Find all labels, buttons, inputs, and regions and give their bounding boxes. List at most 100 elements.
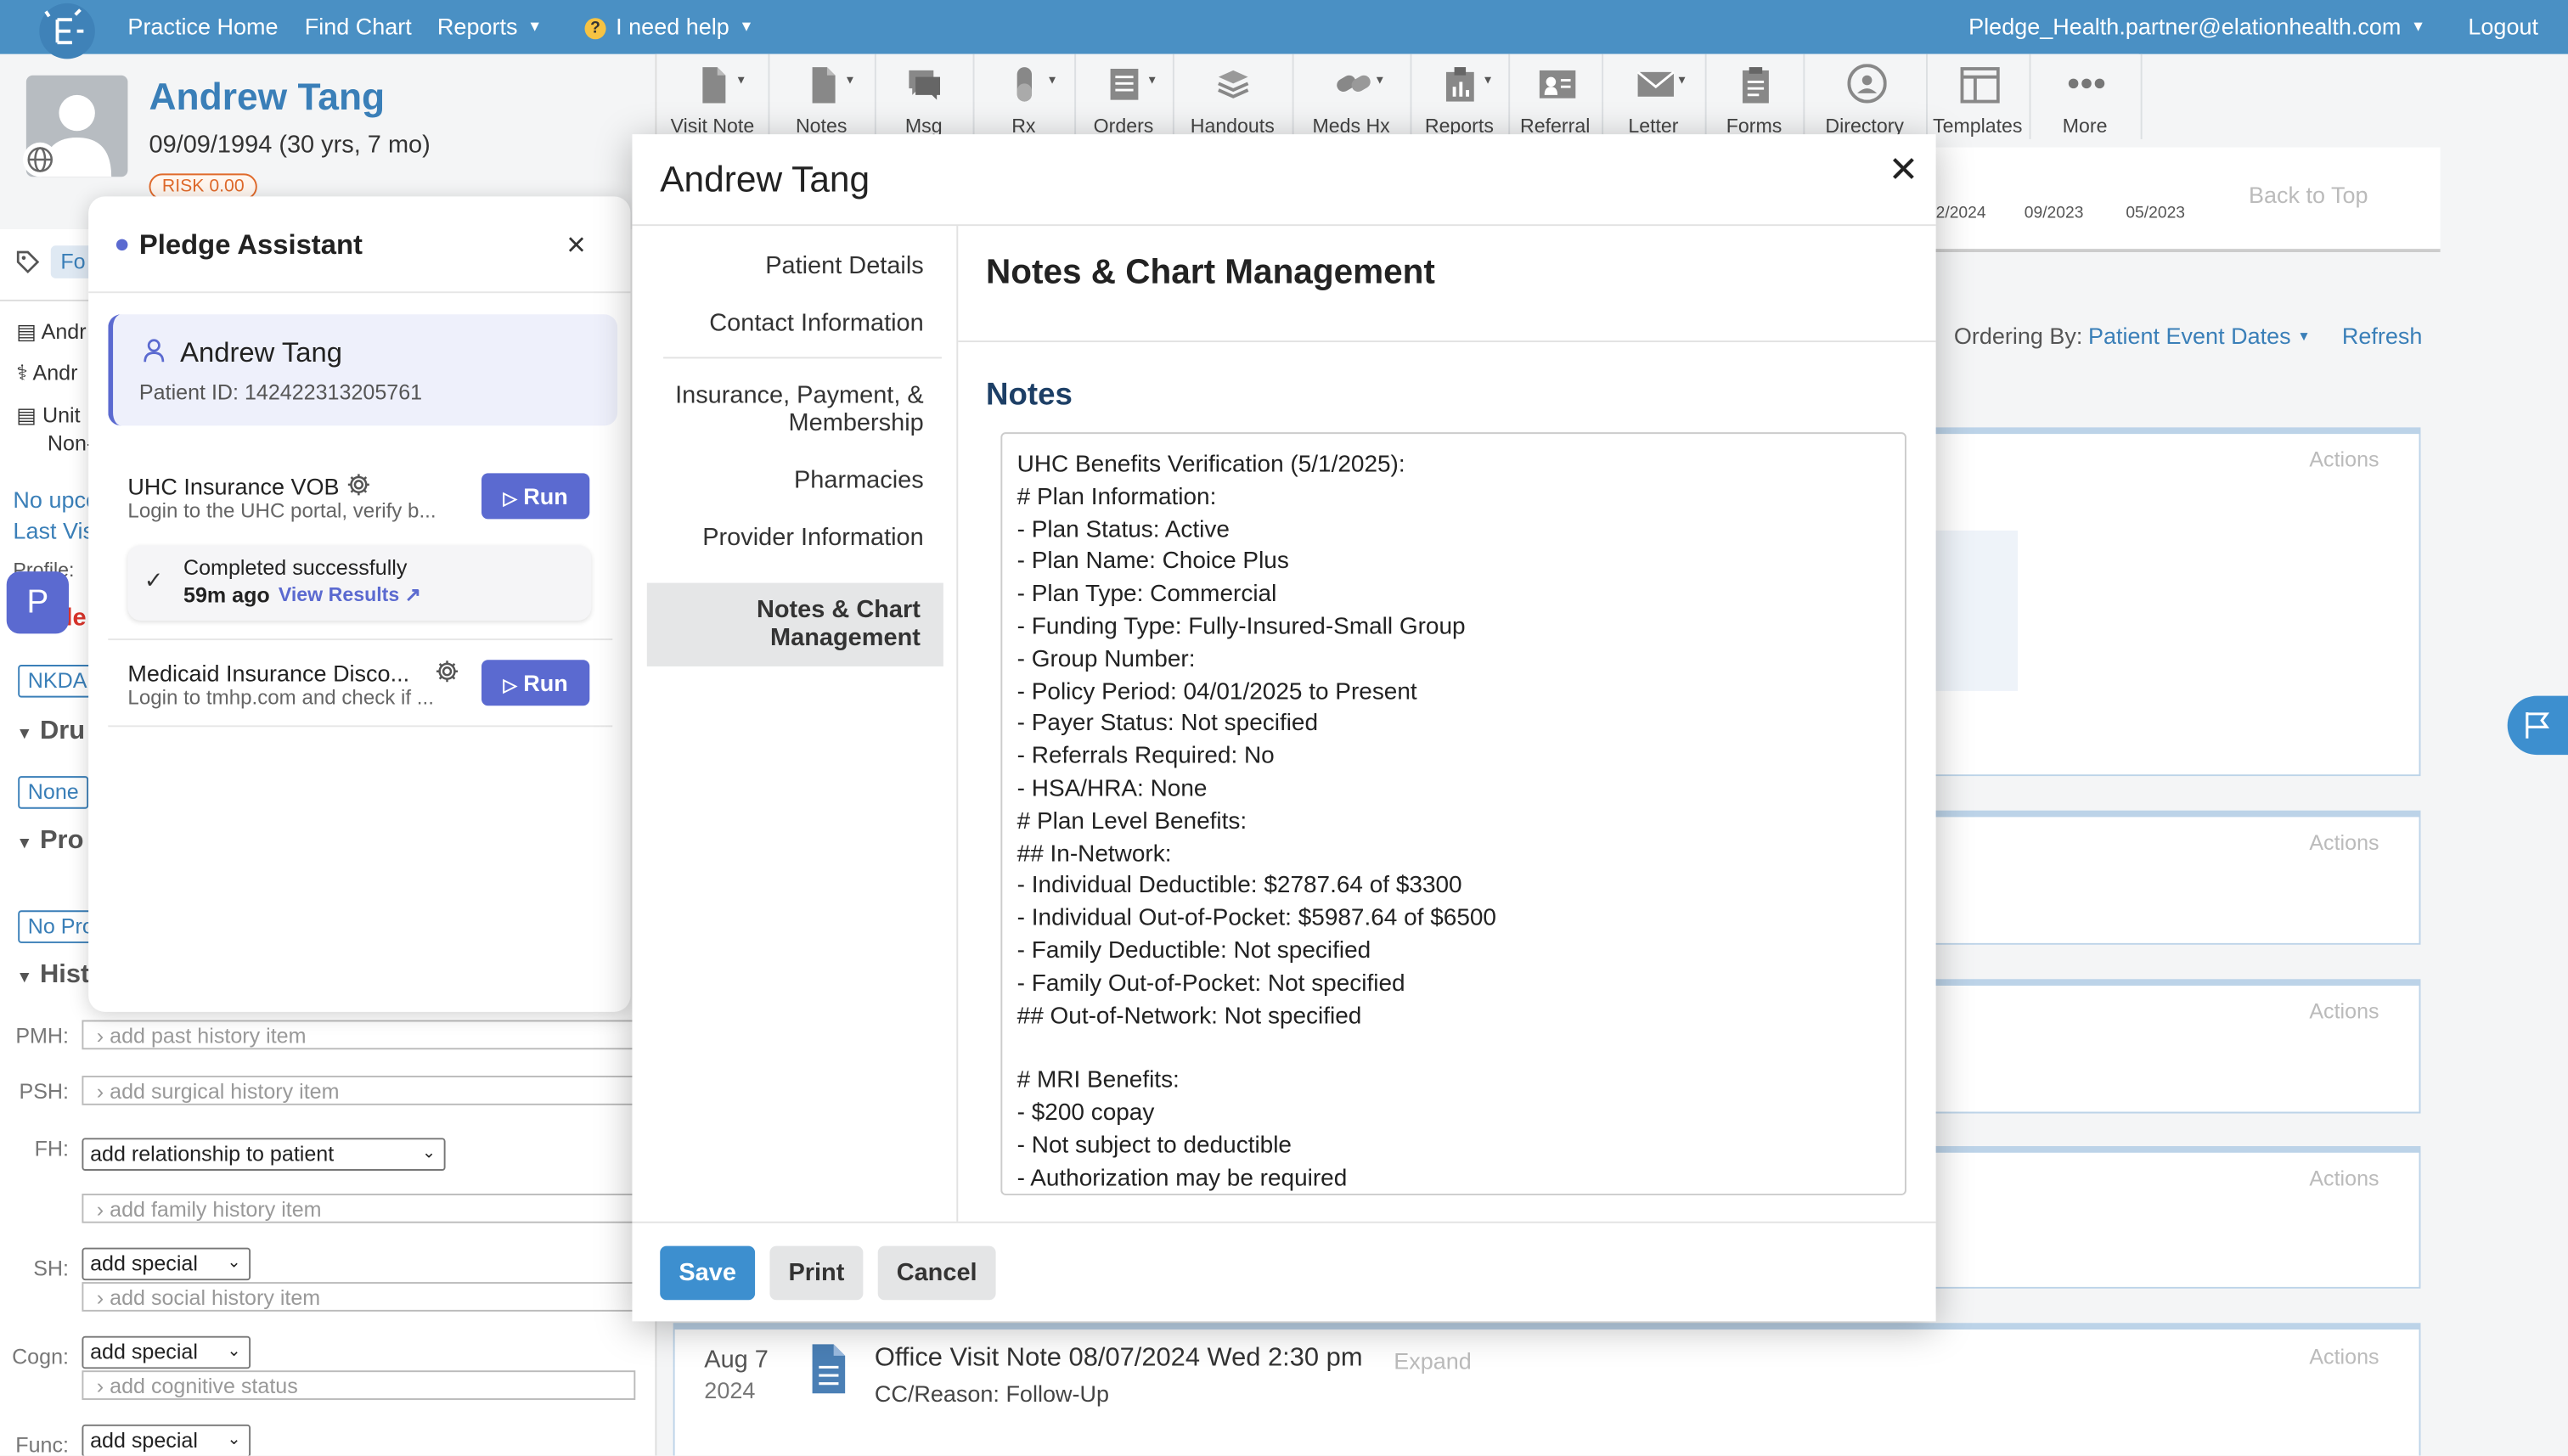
user-menu[interactable]: Pledge_Health.partner@elationhealth.com ▼ xyxy=(1968,13,2425,39)
chevron-down-icon: ▼ xyxy=(2410,18,2426,35)
cogn-label: Cogn: xyxy=(12,1344,70,1369)
actions-label[interactable]: Actions xyxy=(2309,1166,2379,1190)
notes-line: - Family Deductible: Not specified xyxy=(1016,937,1371,964)
nav-patient-details[interactable]: Patient Details xyxy=(649,252,943,280)
actions-label[interactable]: Actions xyxy=(2309,447,2379,472)
nkda-badge[interactable]: NKDA xyxy=(18,665,98,698)
toolbar-orders-button[interactable]: ▼ Orders xyxy=(1074,54,1173,139)
close-icon[interactable]: × xyxy=(566,229,586,262)
document-icon xyxy=(809,1342,848,1403)
close-icon[interactable]: ✕ xyxy=(1889,149,1919,189)
info-row-1: ▤ Andr xyxy=(16,319,86,346)
print-button[interactable]: Print xyxy=(769,1245,864,1301)
ordering-select[interactable]: Patient Event Dates ▼ xyxy=(2088,323,2311,349)
nav-practice-home[interactable]: Practice Home xyxy=(127,13,278,39)
chevron-down-icon: ▼ xyxy=(16,835,33,853)
toolbar-more-button[interactable]: More xyxy=(2030,54,2141,139)
psh-input[interactable]: › add surgical history item xyxy=(82,1076,636,1105)
meds-hx-icon xyxy=(1333,64,1371,103)
run-medicaid-discovery-button[interactable]: ▷ Run xyxy=(482,660,590,706)
divider xyxy=(0,299,99,301)
fh-placeholder: add family history item xyxy=(110,1196,322,1222)
toolbar-visit-note-button[interactable]: ▼ Visit Note xyxy=(656,54,768,139)
letter-icon xyxy=(1636,64,1674,103)
toolbar-templates-button[interactable]: Templates xyxy=(1926,54,2030,139)
actions-label[interactable]: Actions xyxy=(2309,998,2379,1023)
flag-button[interactable] xyxy=(2507,695,2568,756)
workflow-name: UHC Insurance VOB xyxy=(127,473,340,500)
toolbar-meds-hx-button[interactable]: ▼ Meds Hx xyxy=(1292,54,1411,139)
toolbar-rx-button[interactable]: ▼ Rx xyxy=(973,54,1075,139)
cancel-button[interactable]: Cancel xyxy=(877,1245,996,1301)
toolbar-handouts-button[interactable]: Handouts xyxy=(1173,54,1292,139)
view-results-link[interactable]: View Results ↗ xyxy=(279,583,421,606)
save-button[interactable]: Save xyxy=(660,1245,756,1301)
nav-notes-chart-management[interactable]: Notes & Chart Management xyxy=(649,596,940,652)
sh-special-select[interactable]: add special ⌄ xyxy=(82,1247,251,1281)
elation-logo-icon[interactable] xyxy=(39,3,95,59)
func-special-select[interactable]: add special ⌄ xyxy=(82,1424,251,1456)
nav-provider-information[interactable]: Provider Information xyxy=(649,524,943,552)
nav-reports[interactable]: Reports ▼ xyxy=(437,13,542,39)
toolbar-msg-button[interactable]: Msg xyxy=(875,54,973,139)
ordering-value: Patient Event Dates xyxy=(2087,322,2291,349)
nav-pharmacies[interactable]: Pharmacies xyxy=(649,467,943,495)
timeline-tick: 2/2024 xyxy=(1935,205,1986,223)
problem-section-header[interactable]: ▼ Pro xyxy=(16,827,83,857)
back-to-top-link[interactable]: Back to Top xyxy=(2249,182,2368,208)
toolbar-referral-button[interactable]: Referral xyxy=(1508,54,1602,139)
chevron-down-icon: ▼ xyxy=(735,75,747,87)
external-link-icon: ↗ xyxy=(404,582,422,606)
cogn-input[interactable]: › add cognitive status xyxy=(82,1370,636,1400)
fh-input[interactable]: › add family history item xyxy=(82,1193,636,1223)
visit-note-title[interactable]: Office Visit Note 08/07/2024 Wed 2:30 pm xyxy=(875,1344,1363,1374)
chevron-right-icon: › xyxy=(96,1374,104,1399)
pledge-launcher-button[interactable]: P xyxy=(6,571,70,634)
workflow-status-card: ✓ Completed successfully 59m ago View Re… xyxy=(127,545,592,621)
run-uhc-vob-button[interactable]: ▷ Run xyxy=(482,473,590,520)
insurance-card-icon: ▤ xyxy=(16,402,37,428)
history-section-header[interactable]: ▼ Hist xyxy=(16,961,89,991)
fh-relationship-select[interactable]: add relationship to patient ⌄ xyxy=(82,1138,446,1171)
more-icon xyxy=(2067,64,2105,103)
expand-link[interactable]: Expand xyxy=(1394,1347,1472,1374)
drug-section-header[interactable]: ▼ Dru xyxy=(16,717,85,747)
last-visit-link[interactable]: Last Visi xyxy=(13,517,99,543)
sh-input[interactable]: › add social history item xyxy=(82,1282,636,1312)
refresh-link[interactable]: Refresh xyxy=(2342,323,2423,349)
pmh-input[interactable]: › add past history item xyxy=(82,1020,636,1050)
toolbar-letter-button[interactable]: ▼ Letter xyxy=(1602,54,1705,139)
toolbar-forms-button[interactable]: Forms xyxy=(1705,54,1804,139)
notes-line: # Plan Level Benefits: xyxy=(1016,808,1247,835)
toolbar-directory-button[interactable]: Directory xyxy=(1803,54,1926,139)
notes-line: - Plan Status: Active xyxy=(1016,516,1230,543)
none-badge[interactable]: None xyxy=(18,776,89,809)
notes-heading: Notes xyxy=(986,378,1073,413)
logout-link[interactable]: Logout xyxy=(2468,13,2538,39)
play-icon: ▷ xyxy=(503,676,517,696)
notes-line: - $200 copay xyxy=(1016,1099,1155,1127)
notes-line: - HSA/HRA: None xyxy=(1016,776,1208,802)
psh-placeholder: add surgical history item xyxy=(110,1078,340,1104)
actions-label[interactable]: Actions xyxy=(2309,830,2379,855)
visit-note-year: 2024 xyxy=(704,1376,756,1403)
globe-icon[interactable] xyxy=(23,142,58,177)
actions-label[interactable]: Actions xyxy=(2309,1344,2379,1369)
nav-contact-information[interactable]: Contact Information xyxy=(649,310,943,338)
notes-icon xyxy=(803,64,839,104)
toolbar-reports-button[interactable]: ▼ Reports xyxy=(1411,54,1509,139)
workflow-description: Login to the UHC portal, verify b... xyxy=(127,499,436,523)
notes-line: - Authorization may be required xyxy=(1016,1165,1348,1192)
notes-line: - Policy Period: 04/01/2025 to Present xyxy=(1016,678,1417,706)
nav-insurance-payment-membership[interactable]: Insurance, Payment, & Membership xyxy=(649,381,943,437)
pmh-label: PMH: xyxy=(15,1023,70,1048)
toolbar-notes-button[interactable]: ▼ Notes xyxy=(769,54,875,139)
upcoming-appointments-link[interactable]: No upco xyxy=(13,486,99,513)
divider xyxy=(88,291,631,294)
nav-help[interactable]: ? I need help ▼ xyxy=(584,13,754,39)
toolbar-label: More xyxy=(2062,115,2108,138)
patient-name[interactable]: Andrew Tang xyxy=(149,76,386,120)
notes-textarea[interactable]: UHC Benefits Verification (5/1/2025): # P… xyxy=(1000,432,1906,1195)
nav-find-chart[interactable]: Find Chart xyxy=(305,13,412,39)
cogn-special-select[interactable]: add special ⌄ xyxy=(82,1335,251,1369)
